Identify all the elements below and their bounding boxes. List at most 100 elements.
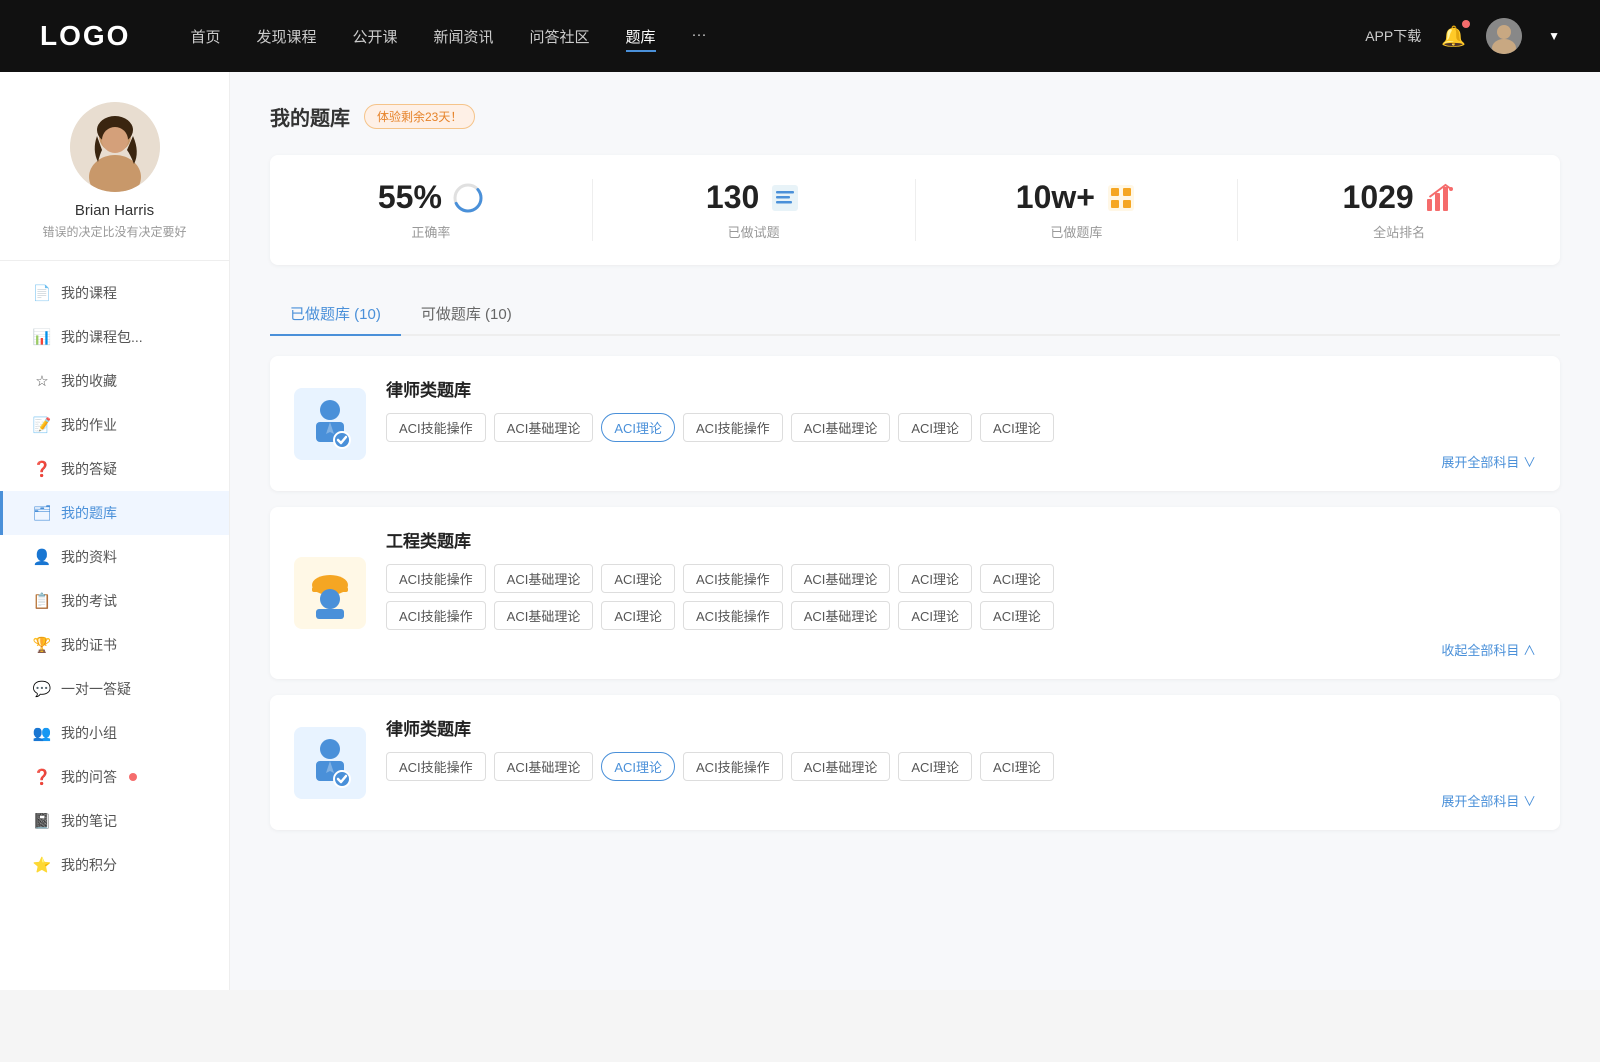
sidebar-label-course-package: 我的课程包... [61, 327, 143, 347]
avatar-dropdown-arrow[interactable]: ▼ [1548, 29, 1560, 43]
sidebar-item-exam[interactable]: 📋 我的考试 [0, 579, 229, 623]
tag-2b-4[interactable]: ACI技能操作 [683, 601, 783, 630]
sidebar-label-my-qa: 我的问答 [61, 767, 117, 787]
certificate-icon: 🏆 [33, 636, 51, 654]
trial-badge: 体验剩余23天！ [364, 104, 475, 129]
tag-2b-7[interactable]: ACI理论 [980, 601, 1054, 630]
sidebar-item-course[interactable]: 📄 我的课程 [0, 271, 229, 315]
sidebar-label-exam: 我的考试 [61, 591, 117, 611]
tag-1-2[interactable]: ACI基础理论 [494, 413, 594, 442]
collapse-link-2[interactable]: 收起全部科目 ∧ [386, 640, 1536, 659]
tags-row-2a: ACI技能操作 ACI基础理论 ACI理论 ACI技能操作 ACI基础理论 AC… [386, 564, 1536, 593]
tag-3-1[interactable]: ACI技能操作 [386, 752, 486, 781]
my-qa-icon: ❓ [33, 768, 51, 786]
stat-accuracy: 55% 正确率 [270, 179, 593, 241]
notification-bell[interactable]: 🔔 [1441, 24, 1466, 49]
qbank-card-content-3: 律师类题库 ACI技能操作 ACI基础理论 ACI理论 ACI技能操作 ACI基… [386, 715, 1536, 810]
sidebar-item-points[interactable]: ⭐ 我的积分 [0, 843, 229, 887]
tag-2b-6[interactable]: ACI理论 [898, 601, 972, 630]
sidebar-item-my-qa[interactable]: ❓ 我的问答 [0, 755, 229, 799]
sidebar-item-group[interactable]: 👥 我的小组 [0, 711, 229, 755]
stat-done-banks: 10w+ 已做题库 [916, 179, 1239, 241]
sidebar-label-questions: 我的答疑 [61, 459, 117, 479]
nav-logo[interactable]: LOGO [40, 20, 130, 52]
tag-2-3[interactable]: ACI理论 [601, 564, 675, 593]
qbank-card-header-3: 律师类题库 ACI技能操作 ACI基础理论 ACI理论 ACI技能操作 ACI基… [294, 715, 1536, 810]
tag-1-4[interactable]: ACI技能操作 [683, 413, 783, 442]
tag-1-5[interactable]: ACI基础理论 [791, 413, 891, 442]
tag-1-7[interactable]: ACI理论 [980, 413, 1054, 442]
sidebar-item-certificate[interactable]: 🏆 我的证书 [0, 623, 229, 667]
exam-icon: 📋 [33, 592, 51, 610]
sidebar-label-homework: 我的作业 [61, 415, 117, 435]
qbank-title-3: 律师类题库 [386, 715, 1536, 740]
profile-avatar [70, 102, 160, 192]
stat-done-questions: 130 已做试题 [593, 179, 916, 241]
sidebar-item-notes[interactable]: 📓 我的笔记 [0, 799, 229, 843]
list-icon [769, 182, 801, 214]
sidebar-label-notes: 我的笔记 [61, 811, 117, 831]
nav-item-more[interactable]: ··· [692, 26, 707, 47]
tags-row-2b: ACI技能操作 ACI基础理论 ACI理论 ACI技能操作 ACI基础理论 AC… [386, 601, 1536, 630]
tag-2-6[interactable]: ACI理论 [898, 564, 972, 593]
sidebar-item-profile[interactable]: 👤 我的资料 [0, 535, 229, 579]
qbank-list: 律师类题库 ACI技能操作 ACI基础理论 ACI理论 ACI技能操作 ACI基… [270, 356, 1560, 830]
tag-2-2[interactable]: ACI基础理论 [494, 564, 594, 593]
homework-icon: 📝 [33, 416, 51, 434]
nav-item-home[interactable]: 首页 [190, 26, 220, 47]
tag-2-7[interactable]: ACI理论 [980, 564, 1054, 593]
accuracy-chart-icon [452, 182, 484, 214]
tag-2b-3[interactable]: ACI理论 [601, 601, 675, 630]
tags-row-3: ACI技能操作 ACI基础理论 ACI理论 ACI技能操作 ACI基础理论 AC… [386, 752, 1536, 781]
nav-item-news[interactable]: 新闻资讯 [434, 26, 494, 47]
tag-3-7[interactable]: ACI理论 [980, 752, 1054, 781]
sidebar-label-certificate: 我的证书 [61, 635, 117, 655]
sidebar-label-group: 我的小组 [61, 723, 117, 743]
page-title-row: 我的题库 体验剩余23天！ [270, 102, 1560, 131]
tag-3-5[interactable]: ACI基础理论 [791, 752, 891, 781]
stat-done-banks-label: 已做题库 [1050, 222, 1102, 241]
tag-2b-2[interactable]: ACI基础理论 [494, 601, 594, 630]
tag-2b-5[interactable]: ACI基础理论 [791, 601, 891, 630]
sidebar-item-favorites[interactable]: ☆ 我的收藏 [0, 359, 229, 403]
stat-rank-value: 1029 [1343, 179, 1414, 216]
nav-item-qbank[interactable]: 题库 [626, 26, 656, 47]
qbank-card-header-2: 工程类题库 ACI技能操作 ACI基础理论 ACI理论 ACI技能操作 ACI基… [294, 527, 1536, 659]
avatar[interactable] [1486, 18, 1522, 54]
sidebar-label-favorites: 我的收藏 [61, 371, 117, 391]
nav-item-qa[interactable]: 问答社区 [530, 26, 590, 47]
tag-2-4[interactable]: ACI技能操作 [683, 564, 783, 593]
tag-3-6[interactable]: ACI理论 [898, 752, 972, 781]
tag-1-1[interactable]: ACI技能操作 [386, 413, 486, 442]
tab-done-banks[interactable]: 已做题库 (10) [270, 293, 401, 336]
sidebar-item-tutor[interactable]: 💬 一对一答疑 [0, 667, 229, 711]
qbank-card-lawyer-1: 律师类题库 ACI技能操作 ACI基础理论 ACI理论 ACI技能操作 ACI基… [270, 356, 1560, 491]
nav-item-discover[interactable]: 发现课程 [256, 26, 316, 47]
favorites-icon: ☆ [33, 372, 51, 390]
tag-2-1[interactable]: ACI技能操作 [386, 564, 486, 593]
tag-3-4[interactable]: ACI技能操作 [683, 752, 783, 781]
qbank-title-1: 律师类题库 [386, 376, 1536, 401]
stat-done-banks-value-row: 10w+ [1016, 179, 1137, 216]
tag-2-5[interactable]: ACI基础理论 [791, 564, 891, 593]
tag-2b-1[interactable]: ACI技能操作 [386, 601, 486, 630]
tag-1-6[interactable]: ACI理论 [898, 413, 972, 442]
expand-link-1[interactable]: 展开全部科目 ∨ [386, 452, 1536, 471]
questions-icon: ❓ [33, 460, 51, 478]
expand-link-3[interactable]: 展开全部科目 ∨ [386, 791, 1536, 810]
tag-3-3[interactable]: ACI理论 [601, 752, 675, 781]
sidebar-item-course-package[interactable]: 📊 我的课程包... [0, 315, 229, 359]
sidebar-item-questions[interactable]: ❓ 我的答疑 [0, 447, 229, 491]
app-download-link[interactable]: APP下载 [1365, 26, 1421, 46]
tab-available-banks[interactable]: 可做题库 (10) [401, 293, 532, 336]
stat-done-banks-value: 10w+ [1016, 179, 1095, 216]
lawyer-icon-wrap-2 [294, 727, 366, 799]
navbar: LOGO 首页 发现课程 公开课 新闻资讯 问答社区 题库 ··· APP下载 … [0, 0, 1600, 72]
sidebar-item-homework[interactable]: 📝 我的作业 [0, 403, 229, 447]
sidebar-item-qbank[interactable]: 🗂 我的题库 [0, 491, 229, 535]
tabs-row: 已做题库 (10) 可做题库 (10) [270, 293, 1560, 336]
tag-3-2[interactable]: ACI基础理论 [494, 752, 594, 781]
tag-1-3[interactable]: ACI理论 [601, 413, 675, 442]
nav-item-open-course[interactable]: 公开课 [352, 26, 397, 47]
stat-accuracy-label: 正确率 [411, 222, 450, 241]
